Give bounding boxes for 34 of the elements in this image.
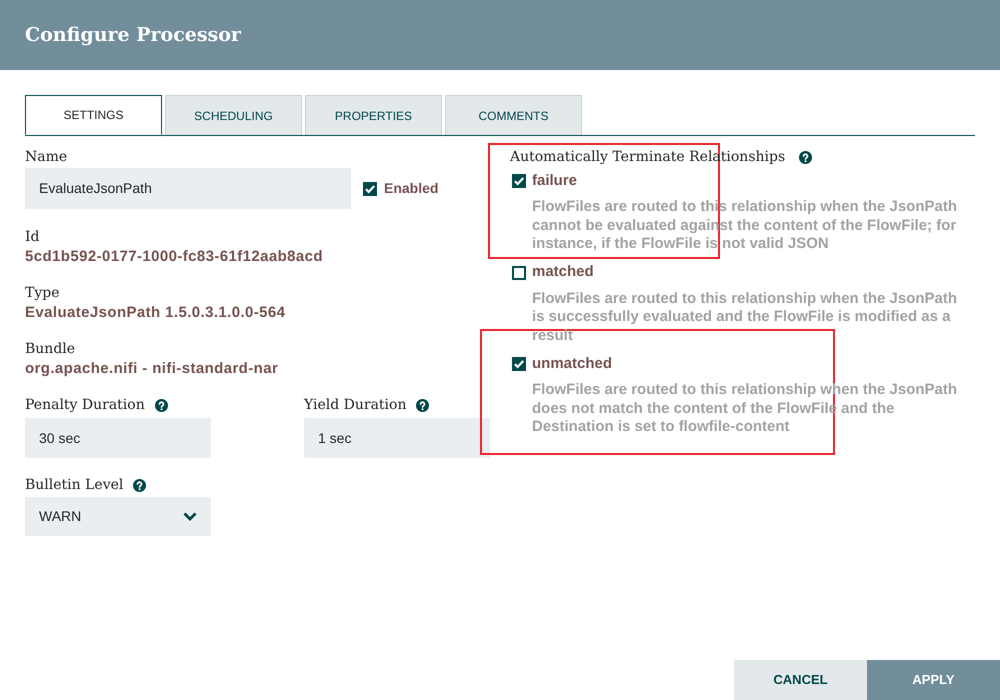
tab[interactable]: SCHEDULING <box>165 95 302 135</box>
chevron-down-icon <box>183 512 197 521</box>
field-value: org.apache.nifi - nifi-standard-nar <box>25 360 280 378</box>
tab[interactable]: PROPERTIES <box>305 95 442 135</box>
field-label: Bundle <box>25 340 76 358</box>
text-field[interactable]: EvaluateJsonPath <box>25 168 351 209</box>
help-icon[interactable] <box>799 150 812 164</box>
field-value: 5cd1b592-0177-1000-fc83-61f12aab8acd <box>25 248 324 266</box>
field-label: Penalty Duration <box>25 396 145 414</box>
field-label: Id <box>25 228 40 246</box>
field-value: EvaluateJsonPath 1.5.0.3.1.0.0-564 <box>25 304 286 322</box>
help-icon[interactable] <box>416 398 430 412</box>
checkbox[interactable] <box>363 182 377 196</box>
checkbox[interactable] <box>512 357 526 371</box>
help-icon[interactable] <box>154 398 168 412</box>
checkbox-label: matched <box>532 262 594 282</box>
cancel-button[interactable]: CANCEL <box>734 660 867 700</box>
field-label: Yield Duration <box>304 396 406 414</box>
text-field[interactable]: 1 sec <box>304 418 490 458</box>
field-label: Bulletin Level <box>25 476 124 494</box>
window-title: Configure Processor <box>25 22 241 48</box>
checkbox-label: Enabled <box>384 179 438 198</box>
select-field[interactable]: WARN <box>25 497 211 536</box>
tab[interactable]: SETTINGS <box>25 95 162 135</box>
checkbox[interactable] <box>512 266 526 280</box>
help-icon[interactable] <box>133 478 146 492</box>
tab[interactable]: COMMENTS <box>445 95 582 135</box>
text-field[interactable]: 30 sec <box>25 418 211 458</box>
checkbox[interactable] <box>512 174 526 188</box>
checkbox-label: unmatched <box>532 354 612 374</box>
checkbox-label: failure <box>532 170 578 191</box>
field-label: Name <box>25 148 68 166</box>
relationship-description: FlowFiles are routed to this relationship when the JsonPath is successfully evaluated and the FlowFile is modified as a result <box>532 290 958 345</box>
field-label: Type <box>25 284 60 302</box>
